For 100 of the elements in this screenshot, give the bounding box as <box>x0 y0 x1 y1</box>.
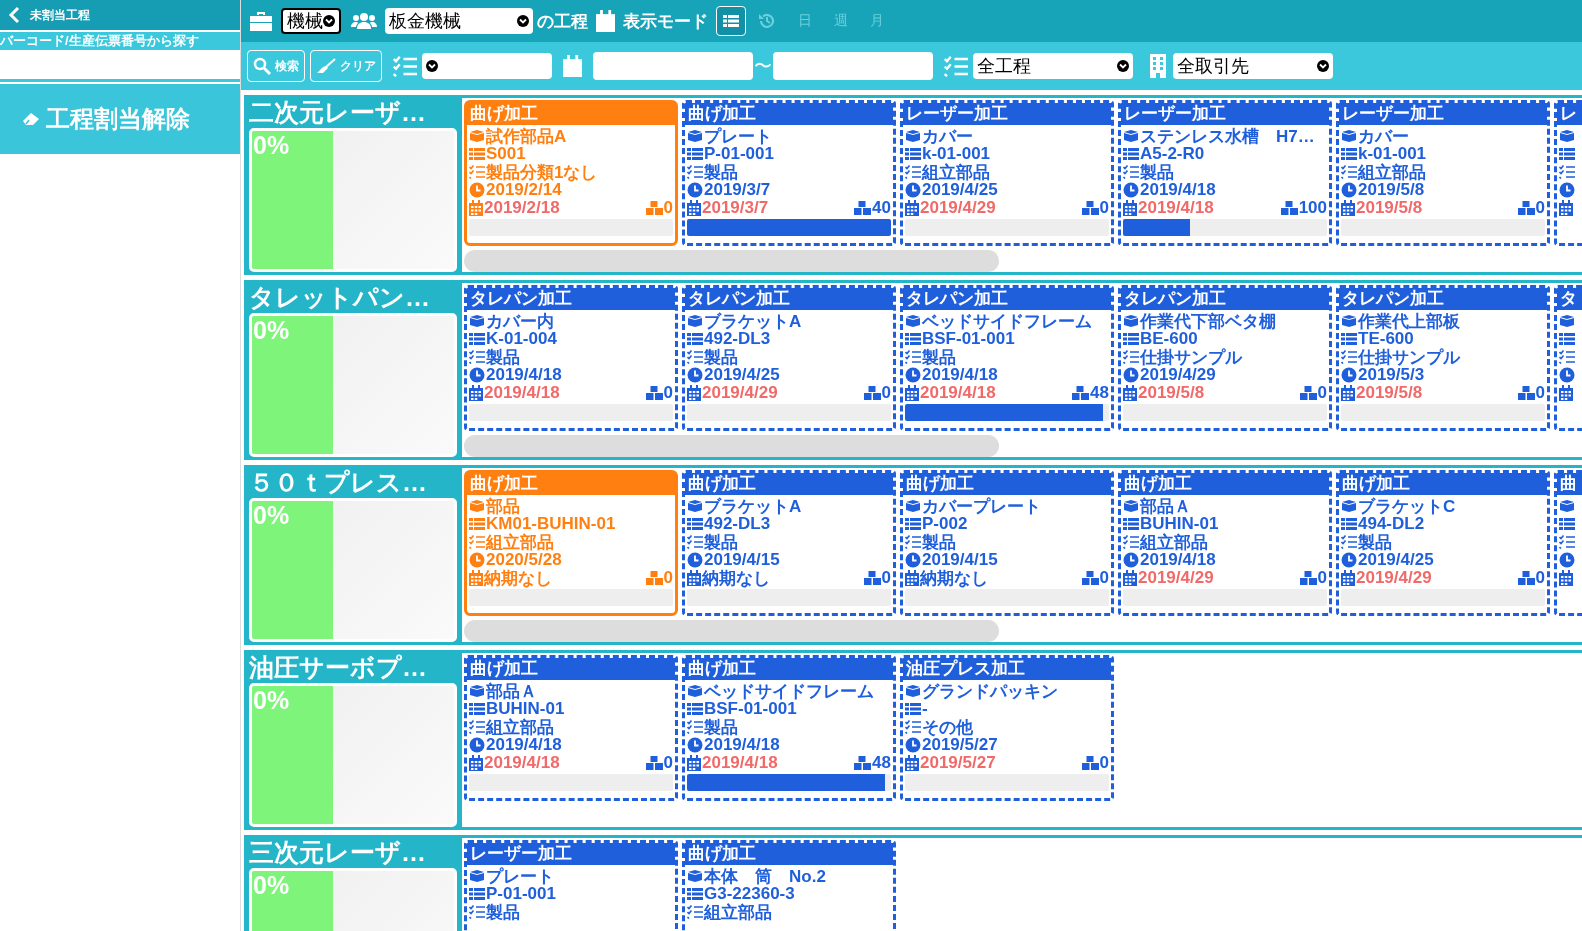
box-icon <box>469 129 485 143</box>
job-card[interactable]: 曲げ加工 試作部品A S001 製品分類1なし 2019/2/14 2019/2/18 0 <box>464 100 678 246</box>
caret-icon <box>323 15 335 27</box>
due-date: 2019/2/18 <box>484 198 560 218</box>
calendar-icon <box>687 570 701 586</box>
scrollbar[interactable] <box>464 435 999 457</box>
process-title: 曲げ加工 <box>685 103 893 125</box>
job-card[interactable]: 曲げ加工 ベッドサイドフレーム BSF-01-001 製品 2019/4/18 2019/4/18 48 <box>682 655 896 801</box>
quantity-icon <box>1072 386 1090 400</box>
job-card[interactable]: タレパン加工 作業代下部ベタ棚 BE-600 仕掛サンプル 2019/4/29 2019/5/8 0 <box>1118 285 1332 431</box>
process-title: タレパン加工 <box>1121 288 1329 310</box>
machine-name: タレットパン… <box>249 283 431 313</box>
product-code: G3-22360-3 <box>704 884 795 903</box>
quantity-icon <box>1299 386 1317 400</box>
product-category: 組立部品 <box>922 161 990 183</box>
job-card[interactable]: 曲げ加工 部品Ａ BUHIN-01 組立部品 2019/4/18 2019/4/29 0 <box>1118 470 1332 616</box>
start-date: 2019/2/14 <box>486 180 562 200</box>
eraser-icon <box>22 112 40 126</box>
progress-percent: 0% <box>252 316 290 344</box>
job-card[interactable]: レーザー加工 ステンレス水槽 H7… A5-2-R0 製品 2019/4/18 2019/4/18 100 <box>1118 100 1332 246</box>
list-view-button[interactable] <box>716 6 747 36</box>
process-title: 油圧プレス加工 <box>903 658 1111 680</box>
job-card[interactable]: 曲げ加工 カバープレート P-002 製品 2019/4/15 納期なし 0 <box>900 470 1114 616</box>
clock-icon <box>1559 367 1575 383</box>
machine-name: 二次元レーザ… <box>249 98 427 128</box>
quantity: 0 <box>663 383 673 403</box>
job-card[interactable]: レーザー加工 プレート P-01-001 製品 <box>464 840 678 931</box>
job-card[interactable]: レ <box>1554 100 1582 246</box>
product-category: 仕掛サンプル <box>1140 346 1242 368</box>
start-date: 2019/4/18 <box>486 735 562 755</box>
box-icon <box>687 129 703 143</box>
scrollbar[interactable] <box>464 620 999 642</box>
process-title: タレパン加工 <box>903 288 1111 310</box>
clock-icon <box>687 182 703 198</box>
product-code: P-002 <box>922 514 968 533</box>
checklist-icon <box>687 165 703 179</box>
caret-icon <box>1317 60 1330 72</box>
checklist-icon <box>905 350 921 364</box>
scrollbar[interactable] <box>464 250 999 272</box>
list-icon <box>1341 332 1357 346</box>
customer-select[interactable]: 全取引先 <box>1173 53 1334 79</box>
due-date: 納期なし <box>702 567 770 590</box>
product-category: 製品 <box>704 346 738 368</box>
clock-icon <box>687 367 703 383</box>
quantity: 48 <box>872 753 891 773</box>
start-date: 2020/5/28 <box>486 550 562 569</box>
group-select[interactable]: 板金機械 <box>385 8 533 34</box>
job-card[interactable]: タレパン加工 カバー内 K-01-004 製品 2019/4/18 2019/4/18 0 <box>464 285 678 431</box>
product-category: 製品 <box>922 531 956 553</box>
calendar-icon <box>469 755 483 771</box>
checklist-icon <box>687 905 703 919</box>
end-date-field[interactable] <box>773 52 934 80</box>
start-date: 2019/4/18 <box>704 735 780 755</box>
job-card[interactable]: 曲 <box>1554 470 1582 616</box>
product-category: 製品分類1なし <box>486 161 598 183</box>
clock-icon <box>687 552 703 568</box>
quantity: 0 <box>663 753 673 773</box>
job-card[interactable]: レーザー加工 カバー k-01-001 組立部品 2019/4/25 2019/4/29 0 <box>900 100 1114 246</box>
clock-icon <box>687 737 703 753</box>
category-select[interactable] <box>422 53 552 79</box>
job-card[interactable]: タレパン加工 作業代上部板 TE-600 仕掛サンプル 2019/5/3 2019/5/8 0 <box>1336 285 1550 431</box>
checklist-icon <box>1123 535 1139 549</box>
product-name: カバー <box>1358 125 1409 147</box>
product-category: 組立部品 <box>1358 161 1426 183</box>
product-name: カバー <box>922 125 973 147</box>
product-name: プレート <box>486 865 554 887</box>
back-icon[interactable] <box>8 6 20 24</box>
job-card[interactable]: タ <box>1554 285 1582 431</box>
quantity: 0 <box>663 568 673 588</box>
job-card[interactable]: 曲げ加工 本体 筒 No.2 G3-22360-3 組立部品 <box>682 840 896 931</box>
product-category: 製品 <box>1358 531 1392 553</box>
job-card[interactable]: 曲げ加工 部品Ａ BUHIN-01 組立部品 2019/4/18 2019/4/18 0 <box>464 655 678 801</box>
product-category: 製品 <box>486 346 520 368</box>
job-card[interactable]: 曲げ加工 ブラケットC 494-DL2 製品 2019/4/25 2019/4/29 0 <box>1336 470 1550 616</box>
due-date: 2019/4/18 <box>702 753 778 773</box>
quantity: 0 <box>1099 568 1109 588</box>
history-icon[interactable] <box>758 12 777 30</box>
users-icon <box>351 12 377 30</box>
process-select[interactable]: 全工程 <box>973 53 1134 79</box>
list-icon <box>1123 332 1139 346</box>
broom-icon <box>316 58 336 74</box>
quantity: 0 <box>1535 383 1545 403</box>
job-card[interactable]: レーザー加工 カバー k-01-001 組立部品 2019/5/8 2019/5/8 0 <box>1336 100 1550 246</box>
type-select[interactable]: 機械 <box>281 8 341 34</box>
clock-icon <box>1123 367 1139 383</box>
job-card[interactable]: 油圧プレス加工 グランドパッキン - その他 2019/5/27 2019/5/27 0 <box>900 655 1114 801</box>
product-name: ブラケットA <box>704 495 802 517</box>
due-date: 2019/3/7 <box>702 198 769 218</box>
product-code: K-01-004 <box>486 329 557 348</box>
box-icon <box>469 499 485 513</box>
job-card[interactable]: タレパン加工 ブラケットA 492-DL3 製品 2019/4/25 2019/4/29 0 <box>682 285 896 431</box>
job-card[interactable]: 曲げ加工 プレート P-01-001 製品 2019/3/7 2019/3/7 40 <box>682 100 896 246</box>
progress-percent: 0% <box>252 131 290 159</box>
job-card[interactable]: タレパン加工 ベッドサイドフレーム BSF-01-001 製品 2019/4/18 2019/4/18 48 <box>900 285 1114 431</box>
box-icon <box>687 499 703 513</box>
start-date-field[interactable] <box>593 52 754 80</box>
product-code: P-01-001 <box>704 144 774 163</box>
box-icon <box>905 314 921 328</box>
quantity-icon <box>863 571 881 585</box>
job-card[interactable]: 曲げ加工 ブラケットA 492-DL3 製品 2019/4/15 納期なし 0 <box>682 470 896 616</box>
